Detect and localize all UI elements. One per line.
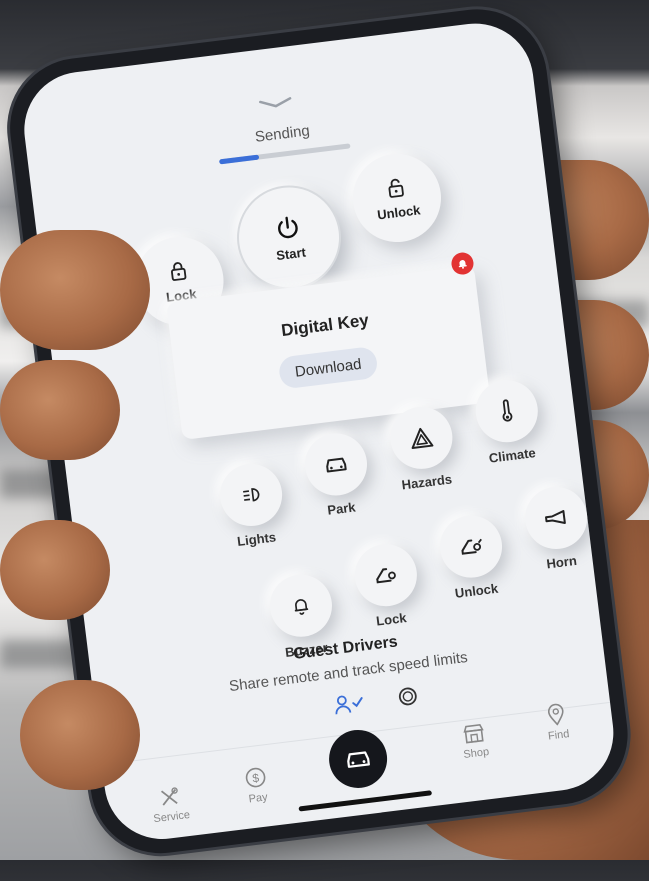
progress-fill [218, 154, 259, 165]
tab-service-label: Service [152, 808, 191, 826]
bell-icon [294, 599, 309, 615]
horn-button[interactable] [521, 483, 591, 553]
unlock-label: Unlock [376, 201, 422, 223]
unlock-button[interactable]: Unlock [347, 148, 447, 248]
tools-icon [160, 787, 178, 806]
unlock-icon [388, 178, 404, 198]
hand-finger-front [0, 360, 120, 460]
hazard-triangle-icon [411, 427, 434, 449]
door-unlock-label: Unlock [454, 580, 499, 601]
horn-icon [545, 510, 566, 524]
tab-service[interactable]: Service [133, 783, 207, 827]
car-icon [347, 751, 370, 768]
bottom-tab-bar: Service $ Pay Shop Find [101, 699, 620, 846]
park-button[interactable] [301, 429, 371, 499]
hand-finger-front [0, 520, 110, 620]
speed-limit-icon[interactable] [397, 685, 419, 707]
download-button[interactable]: Download [277, 345, 379, 390]
lock-icon [170, 261, 187, 281]
thermometer-icon [502, 399, 513, 422]
guest-driver-check-icon[interactable] [333, 692, 365, 716]
tab-shop[interactable]: Shop [438, 719, 512, 763]
chevron-down-icon[interactable] [258, 96, 293, 110]
door-unlock-button[interactable] [436, 512, 506, 582]
climate-label: Climate [488, 445, 537, 466]
vehicle-home-button[interactable] [325, 726, 391, 792]
tab-pay-label: Pay [248, 791, 269, 806]
door-lock-button[interactable] [351, 540, 421, 610]
door-unlock-icon [461, 538, 482, 555]
digital-key-title: Digital Key [280, 310, 370, 341]
lights-label: Lights [236, 529, 277, 550]
horn-label: Horn [545, 552, 578, 572]
svg-text:$: $ [251, 771, 260, 786]
hazards-label: Hazards [400, 471, 453, 493]
hand-finger-front [20, 680, 140, 790]
dollar-coin-icon: $ [245, 767, 266, 788]
lights-button[interactable] [216, 460, 286, 530]
hazards-button[interactable] [386, 403, 456, 473]
door-lock-icon [376, 568, 396, 584]
park-label: Park [326, 499, 357, 518]
start-label: Start [275, 244, 307, 263]
hand-thumb [0, 230, 150, 350]
start-button[interactable]: Start [233, 181, 345, 294]
tab-find-label: Find [547, 728, 571, 743]
power-icon [277, 216, 298, 238]
tab-pay[interactable]: $ Pay [220, 762, 294, 808]
location-pin-icon [548, 703, 564, 726]
guest-drivers-icons [315, 681, 437, 719]
headlight-icon [243, 488, 260, 502]
tab-find[interactable]: Find [520, 699, 594, 745]
door-lock-label: Lock [375, 610, 408, 629]
storefront-icon [463, 724, 484, 744]
tab-shop-label: Shop [462, 745, 490, 762]
car-icon [326, 457, 347, 473]
buzzer-button[interactable] [266, 571, 336, 641]
